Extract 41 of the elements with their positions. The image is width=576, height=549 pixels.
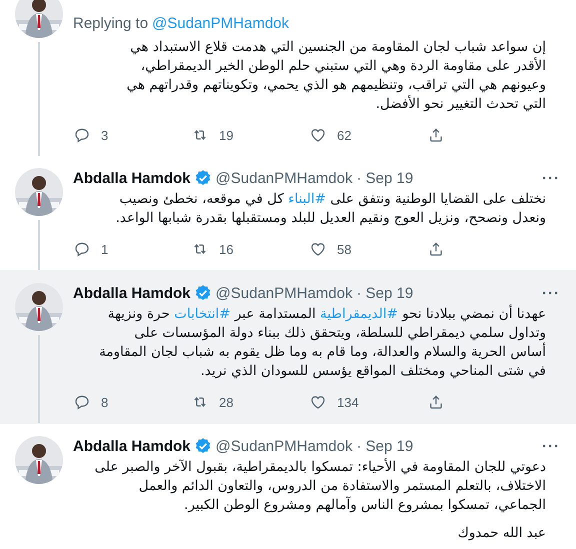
tweet-card[interactable]	[0, 423, 576, 543]
replying-to-label: Replying to	[73, 15, 148, 32]
share-icon[interactable]	[427, 126, 445, 144]
tweet-text: عهدنا أن نمضي ببلادنا نحو #الديمقراطية المستدامة عبر #انتخابات حرة ونزيهة وتداول سلمي ديمقراطي للسلطة، ويتحقق ذلك ببناء دولة المؤسسات على أساس الحرية والسلام والعدالة، وما قام به وما ظل يقوم به شباب لجان المقاومة في شتى المناحي ومختلف المواقع يؤسس للسودان الذي نريد.	[98, 305, 546, 381]
reply-count: 8	[101, 394, 108, 410]
like-count: 134	[337, 394, 359, 410]
reply-count: 3	[101, 128, 108, 142]
tweet-date[interactable]: · Sep 19	[356, 438, 414, 454]
author-handle[interactable]: @SudanPMHamdok	[216, 284, 352, 302]
author-handle[interactable]: @SudanPMHamdok	[216, 438, 352, 454]
signature-text: عبد الله حمدوك	[456, 524, 546, 543]
more-button[interactable]: ···	[542, 170, 560, 186]
tweet-text: إن سواعد شباب لجان المقاومة من الجنسين التي هدمت قلاع الاستبداد هي الأقدر على مقاومة الردة وهي التي ستبني حلم الوطن الخير الديمقراطي، وعيونهم هي التي تراقب، وتنظيمهم هو الذي يحمي، وتكويناتهم وقدراتهم هي التي تحدث التغيير نحو الأفضل.	[126, 38, 546, 114]
reply-icon[interactable]	[73, 126, 91, 144]
reply-count: 1	[101, 242, 108, 256]
like-count: 62	[337, 128, 352, 142]
like-count: 58	[337, 242, 352, 256]
more-button[interactable]: ···	[542, 438, 560, 454]
more-button[interactable]: ···	[542, 284, 560, 302]
reply-icon[interactable]	[73, 393, 91, 411]
retweet-count: 28	[219, 394, 234, 410]
retweet-count: 16	[219, 242, 234, 256]
author-handle[interactable]: @SudanPMHamdok	[216, 170, 352, 186]
share-icon[interactable]	[427, 240, 445, 258]
tweet-card[interactable]	[0, 270, 576, 423]
heart-icon[interactable]	[309, 126, 327, 144]
retweet-count: 19	[219, 128, 234, 142]
reply-icon[interactable]	[73, 240, 91, 258]
heart-icon[interactable]	[309, 240, 327, 258]
author-name[interactable]: Abdalla Hamdok	[73, 170, 191, 186]
share-icon[interactable]	[427, 393, 445, 411]
tweet-date[interactable]: · Sep 19	[356, 284, 414, 302]
tweet-text: نختلف على القضايا الوطنية ونتفق على #البناء كل في موقعه، نخطئ ونصيب ونعدل ونصحح، ونزيل العوج ونقيم العديل للبلد ومستقبلها بقدرة شبابها الواعد.	[114, 190, 546, 228]
heart-icon[interactable]	[309, 393, 327, 411]
tweet-date[interactable]: · Sep 19	[356, 170, 414, 186]
author-name[interactable]: Abdalla Hamdok	[73, 438, 191, 454]
author-name[interactable]: Abdalla Hamdok	[73, 284, 191, 302]
verified-badge-icon	[194, 169, 212, 187]
verified-badge-icon	[194, 284, 212, 302]
verified-badge-icon	[194, 437, 212, 455]
tweet-text: دعوتي للجان المقاومة في الأحياء: تمسكوا بالديمقراطية، بقبول الآخر والصبر على الاختلاف، بالتعلم المستمر والاستفادة من الدروس، والتعاون الدائم والعمل الجماعي، تمسكوا بمشروع الناس وآمالهم ومشروع الوطن الكبير.	[94, 458, 546, 515]
